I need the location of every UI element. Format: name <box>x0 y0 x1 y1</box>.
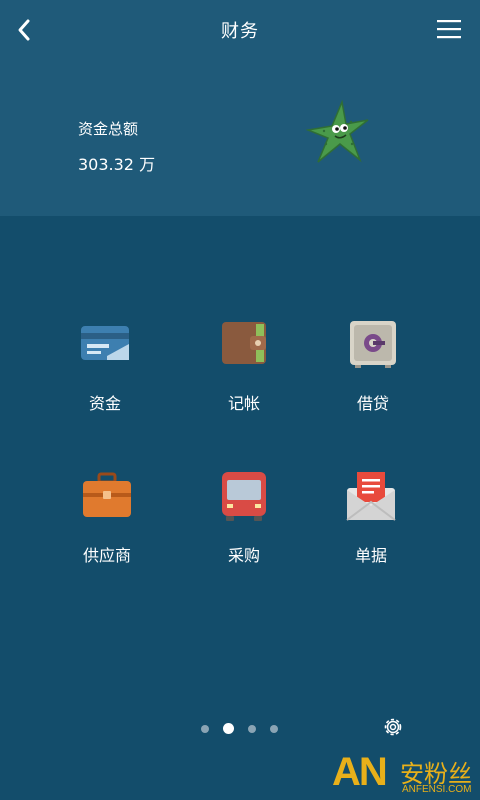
settings-button[interactable] <box>381 715 405 739</box>
page-dot[interactable] <box>201 724 209 733</box>
tile-suppliers[interactable]: 供应商 <box>47 452 167 572</box>
watermark: AN 安粉丝 ANFENSI.COM <box>328 748 480 800</box>
tile-loans-label: 借贷 <box>356 394 389 413</box>
watermark-logo: AN <box>332 750 388 794</box>
tile-funds[interactable]: 资金 <box>45 300 165 420</box>
total-funds-label: 资金总额 <box>78 120 139 138</box>
page-title: 财务 <box>221 21 259 42</box>
tile-documents-label: 单据 <box>354 546 387 565</box>
page-dot[interactable] <box>270 724 278 733</box>
page-dot-active[interactable] <box>223 723 234 734</box>
tile-purchasing[interactable]: 采购 <box>184 452 304 572</box>
tile-loans[interactable]: 借贷 <box>313 300 433 420</box>
header-panel: 财务 资金总额 303.32 万 <box>0 0 480 216</box>
tile-funds-label: 资金 <box>88 394 121 413</box>
tile-bookkeeping-label: 记帐 <box>227 394 260 413</box>
tile-purchasing-label: 采购 <box>227 546 260 565</box>
tile-suppliers-label: 供应商 <box>82 546 131 565</box>
envelope-document-icon <box>346 472 396 521</box>
bank-card-icon <box>81 326 129 360</box>
gear-icon <box>384 718 402 736</box>
safe-icon <box>350 321 396 368</box>
total-funds-value: 303.32 万 <box>78 155 156 174</box>
page-dot[interactable] <box>248 724 256 733</box>
bus-icon <box>222 472 266 521</box>
briefcase-icon <box>83 472 131 517</box>
hamburger-menu-icon <box>437 20 461 39</box>
tile-documents[interactable]: 单据 <box>311 452 431 572</box>
wallet-icon <box>222 322 266 364</box>
tile-bookkeeping[interactable]: 记帐 <box>184 300 304 420</box>
menu-button[interactable] <box>436 18 462 40</box>
starfish-mascot-icon <box>306 100 369 163</box>
page-indicator <box>201 723 278 734</box>
watermark-url: ANFENSI.COM <box>402 784 472 795</box>
